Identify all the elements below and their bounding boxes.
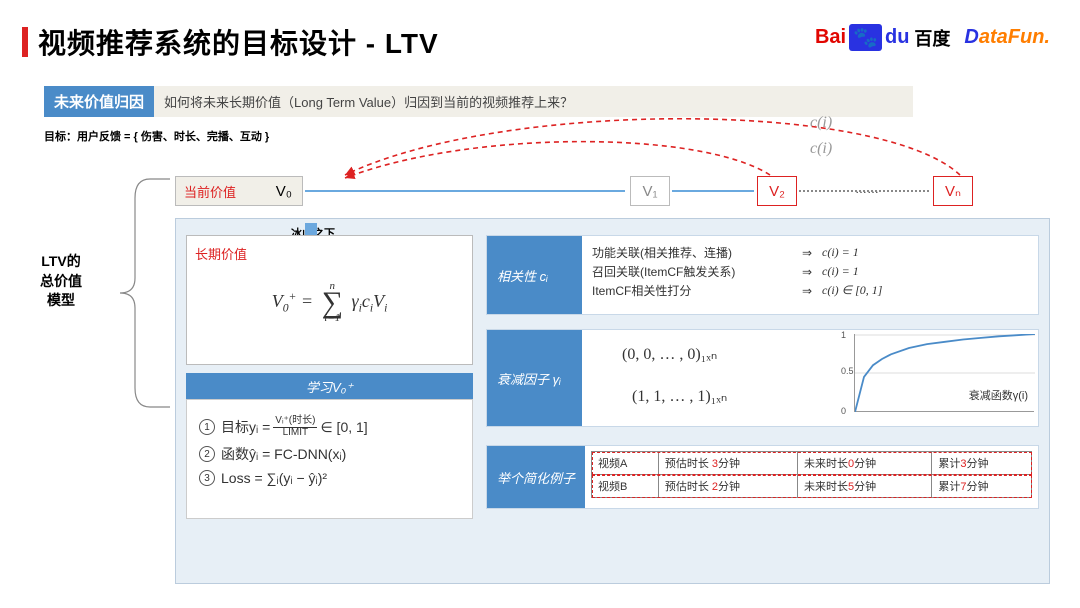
decay-chart: 1 0.5 0 衰减函数γ(i) xyxy=(854,334,1034,412)
learn-row-1: 1 目标yᵢ = Vᵢ⁺(时长)LIMIT ∈ [0, 1] xyxy=(199,416,462,438)
c-i-label-1: c(i) xyxy=(810,114,832,132)
goal-line: 目标：用户反馈 = { 伤害、时长、完播、互动 } xyxy=(44,128,269,144)
example-head: 举个简化例子 xyxy=(487,446,585,508)
example-table: 视频A 预估时长 3分钟 未来时长0分钟 累计3分钟 视频B 预估时长 2分钟 … xyxy=(591,451,1032,498)
ltv-bracket xyxy=(115,178,170,408)
title-bar: 视频推荐系统的目标设计 - LTV xyxy=(22,22,439,62)
example-body: 视频A 预估时长 3分钟 未来时长0分钟 累计3分钟 视频B 预估时长 2分钟 … xyxy=(585,446,1038,508)
sequence-row: 当前价值 V₀ V₁ V₂ …… Vₙ xyxy=(175,176,1050,216)
v1-box: V₁ xyxy=(630,176,670,206)
learn-box: 1 目标yᵢ = Vᵢ⁺(时长)LIMIT ∈ [0, 1] 2函数ŷᵢ = F… xyxy=(186,399,473,519)
learn-row-3: 3Loss = ∑ᵢ(yᵢ − ŷᵢ)² xyxy=(199,470,462,486)
decay-body: (0, 0, … , 0)₁ₓₙ (1, 1, … , 1)₁ₓₙ 1 0.5 … xyxy=(582,330,1038,426)
sum-formula: V0+ = n ∑ i=1 γiciVi xyxy=(195,281,464,324)
model-container: 冰山之下 长期价值 V0+ = n ∑ i=1 γiciVi 学习V₀⁺ 1 目… xyxy=(175,218,1050,584)
decay-head: 衰减因子 γᵢ xyxy=(487,330,582,426)
relevance-head: 相关性 cᵢ xyxy=(487,236,582,314)
ltv-model-label: LTV的 总价值 模型 xyxy=(40,252,82,311)
learn-header: 学习V₀⁺ xyxy=(186,373,473,400)
decay-block: 衰减因子 γᵢ (0, 0, … , 0)₁ₓₙ (1, 1, … , 1)₁ₓ… xyxy=(486,329,1039,427)
seq-arrow-2 xyxy=(672,190,754,192)
v0-label: V₀ xyxy=(276,183,292,200)
page-title: 视频推荐系统的目标设计 - LTV xyxy=(38,22,439,62)
subtitle-row: 未来价值归因 如何将未来长期价值（Long Term Value）归因到当前的视… xyxy=(44,86,913,117)
table-row: 视频A 预估时长 3分钟 未来时长0分钟 累计3分钟 xyxy=(592,452,1032,475)
seq-arrow-1 xyxy=(305,190,625,192)
attribution-question: 如何将未来长期价值（Long Term Value）归因到当前的视频推荐上来？ xyxy=(154,86,913,117)
v2-box: V₂ xyxy=(757,176,797,206)
title-accent xyxy=(22,27,28,57)
current-value-box: 当前价值 V₀ xyxy=(175,176,303,206)
c-i-label-2: c(i) xyxy=(810,140,832,158)
long-term-label: 长期价值 xyxy=(195,244,464,263)
learn-row-2: 2函数ŷᵢ = FC-DNN(xᵢ) xyxy=(199,444,462,464)
table-row: 视频B 预估时长 2分钟 未来时长5分钟 累计7分钟 xyxy=(592,475,1032,498)
logo-row: Bai🐾du 百度 DataFun. xyxy=(815,24,1050,51)
relevance-body: 功能关联(相关推荐、连播)⇒c(i) = 1 召回关联(ItemCF触发关系)⇒… xyxy=(582,236,1038,314)
decay-fn-label: 衰减函数γ(i) xyxy=(969,387,1028,403)
seq-dots: …… xyxy=(855,182,879,196)
paw-icon: 🐾 xyxy=(849,24,882,51)
seq-dotted-line xyxy=(799,190,929,192)
baidu-logo: Bai🐾du 百度 xyxy=(815,24,950,51)
example-block: 举个简化例子 视频A 预估时长 3分钟 未来时长0分钟 累计3分钟 视频B 预估… xyxy=(486,445,1039,509)
vn-box: Vₙ xyxy=(933,176,973,206)
attribution-tag: 未来价值归因 xyxy=(44,86,154,117)
long-term-value-box: 长期价值 V0+ = n ∑ i=1 γiciVi xyxy=(186,235,473,365)
datafun-logo: DataFun. xyxy=(964,26,1050,49)
relevance-block: 相关性 cᵢ 功能关联(相关推荐、连播)⇒c(i) = 1 召回关联(ItemC… xyxy=(486,235,1039,315)
